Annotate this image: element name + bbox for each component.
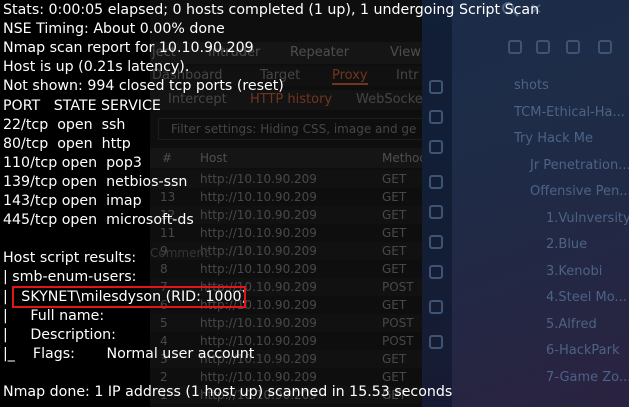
terminal-line: 139/tcp open netbios-ssn bbox=[3, 173, 188, 190]
terminal-line: |_ Flags: Normal user account bbox=[3, 345, 255, 362]
terminal-line: | Full name: bbox=[3, 307, 105, 324]
terminal-line: 110/tcp open pop3 bbox=[3, 154, 142, 171]
terminal-line: 80/tcp open http bbox=[3, 135, 131, 152]
terminal-output: Stats: 0:00:05 elapsed; 0 hosts complete… bbox=[0, 0, 629, 407]
terminal-line: Host is up (0.21s latency). bbox=[3, 59, 190, 76]
terminal-line: 143/tcp open imap bbox=[3, 193, 142, 209]
terminal-line: Not shown: 994 closed tcp ports (reset) bbox=[3, 78, 284, 95]
terminal-line: PORT STATE SERVICE bbox=[3, 97, 161, 114]
terminal-line: 22/tcp open ssh bbox=[3, 116, 126, 133]
terminal-line: Host script results: bbox=[3, 250, 137, 267]
terminal-line: Nmap scan report for 10.10.90.209 bbox=[3, 40, 254, 57]
terminal-line: | smb-enum-users: bbox=[3, 269, 137, 286]
terminal-line: NSE Timing: About 0.00% done bbox=[3, 21, 225, 38]
terminal-line: | Description: bbox=[3, 326, 116, 343]
terminal-line: Stats: 0:00:05 elapsed; 0 hosts complete… bbox=[3, 2, 540, 18]
highlight-annotation-box bbox=[12, 286, 246, 308]
terminal-line: 445/tcp open microsoft-ds bbox=[3, 212, 194, 229]
terminal-line: Nmap done: 1 IP address (1 host up) scan… bbox=[3, 384, 453, 400]
